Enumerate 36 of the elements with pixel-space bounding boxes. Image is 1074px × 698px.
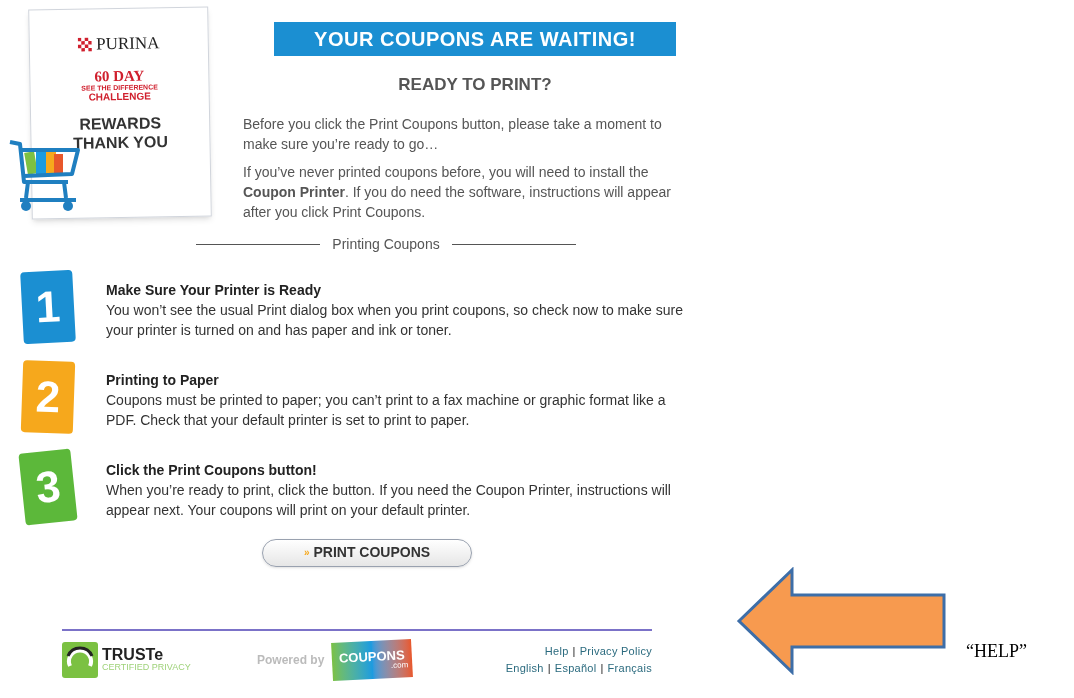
card-title: REWARDS [79,113,162,134]
intro-paragraph: Before you click the Print Coupons button, please take a moment to make sure you’re ready to go… [243,114,663,154]
intro-paragraph: If you’ve never printed coupons before, you will need to install the Coupon Printer. If you do need the software, instructions will appear after you click Print Coupons. [243,162,672,222]
banner-title: YOUR COUPONS ARE WAITING! [314,27,636,52]
footer-link[interactable]: Español [554,659,597,676]
link-separator: | [600,660,604,676]
link-separator: | [547,660,551,676]
step-number-badge: 3 [18,448,78,525]
challenge-name: CHALLENGE [88,91,151,103]
powered-by-text: Powered by [257,651,325,669]
section-title: Printing Coupons [332,234,440,254]
print-coupons-button[interactable]: » PRINT COUPONS [262,538,472,567]
help-annotation: “HELP” [966,639,1027,663]
footer-link[interactable]: Help [544,643,569,660]
step-title: Make Sure Your Printer is Ready [106,280,322,300]
step-number-badge: 2 [20,359,76,434]
brand-name: PURINA [95,32,160,56]
step-text: When you’re ready to print, click the button. If you need the Coupon Printer, instructions will appear next. Your coupons will print on your default printer. [106,480,672,520]
truste-name: TRUSTe [102,647,165,663]
challenge-days: 60 DAY [94,68,145,84]
step-title: Click the Print Coupons button! [106,460,318,480]
step-text: Coupons must be printed to paper; you can’t print to a fax machine or graphic format like a PDF. Check that your default printer is set to print to paper. [106,390,667,430]
heading: READY TO PRINT? [398,74,552,96]
checkerboard-icon [78,37,93,52]
left-arrow-icon [736,566,948,675]
truste-logo-icon [62,641,98,678]
card-title: THANK YOU [72,132,169,154]
footer-link[interactable]: Privacy Policy [579,643,652,660]
truste-subtitle: CERTIFIED PRIVACY [102,663,191,672]
step-number-badge: 1 [20,269,76,344]
coupons-logo: COUPONS .com [331,638,414,681]
footer-link[interactable]: English [505,659,544,676]
step-text: You won’t see the usual Print dialog box when you print coupons, so check now to make sure your printer is turned on and has paper and ink or toner. [106,300,684,340]
footer-link[interactable]: Français [607,659,652,676]
step-title: Printing to Paper [106,370,220,390]
link-separator: | [572,644,576,659]
